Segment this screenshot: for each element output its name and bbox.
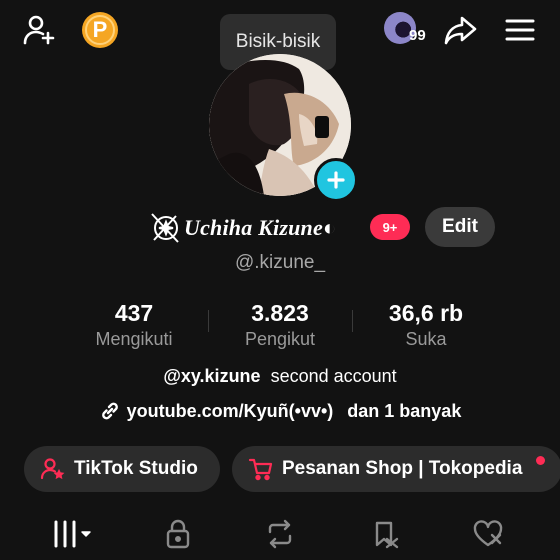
edit-profile-button[interactable]: Edit bbox=[425, 207, 495, 247]
tooltip-text: Bisik-bisik bbox=[235, 31, 321, 52]
lock-icon bbox=[166, 519, 190, 549]
menu-button[interactable] bbox=[500, 10, 540, 50]
stat-followers-label: Pengikut bbox=[244, 329, 316, 349]
notification-badge[interactable]: 9+ bbox=[370, 214, 410, 240]
username: @.kizune_ bbox=[234, 252, 326, 273]
notification-avatar-button[interactable]: 99 bbox=[384, 10, 436, 50]
cart-icon bbox=[248, 458, 273, 481]
repost-icon bbox=[268, 519, 292, 549]
stat-divider bbox=[208, 310, 209, 332]
add-friend-icon bbox=[23, 15, 55, 45]
add-friend-button[interactable] bbox=[20, 10, 60, 50]
bookmark-hidden-icon bbox=[375, 521, 399, 549]
add-story-button[interactable] bbox=[314, 158, 358, 202]
shop-orders-label: Pesanan Shop | Tokopedia bbox=[282, 458, 523, 479]
stat-followers-value: 3.823 bbox=[251, 300, 309, 326]
tiktok-studio-button[interactable]: TikTok Studio bbox=[24, 446, 220, 492]
new-dot-indicator bbox=[536, 456, 545, 465]
link-more[interactable]: dan 1 banyak bbox=[347, 401, 461, 422]
shuriken-icon bbox=[151, 213, 179, 243]
display-name: Uchiha Kizune◐ bbox=[184, 215, 337, 240]
share-icon bbox=[444, 16, 477, 45]
stat-divider bbox=[352, 310, 353, 332]
plus-icon bbox=[327, 171, 345, 189]
tab-liked[interactable] bbox=[458, 514, 518, 554]
profile-links[interactable]: youtube.com/Kyuñ(•vv•) dan 1 banyak bbox=[0, 400, 560, 422]
videos-grid-icon bbox=[54, 520, 91, 548]
stat-following[interactable]: 437 Mengikuti bbox=[64, 300, 204, 350]
bio-handle-link[interactable]: @xy.kizune bbox=[163, 366, 260, 386]
stat-likes-value: 36,6 rb bbox=[388, 300, 464, 326]
stat-following-value: 437 bbox=[114, 300, 154, 326]
points-coin-button[interactable]: P bbox=[82, 12, 118, 48]
stat-followers[interactable]: 3.823 Pengikut bbox=[210, 300, 350, 350]
points-coin-icon: P bbox=[92, 17, 108, 42]
tab-favorites[interactable] bbox=[355, 514, 415, 554]
bio: @xy.kizune second account bbox=[0, 366, 560, 387]
link-url[interactable]: youtube.com/Kyuñ(•vv•) bbox=[127, 401, 334, 422]
link-icon bbox=[101, 402, 118, 420]
notification-count: 99 bbox=[409, 27, 426, 44]
stat-likes-label: Suka bbox=[405, 329, 447, 349]
creator-icon bbox=[40, 458, 65, 480]
display-name-row: Uchiha Kizune◐ bbox=[150, 208, 336, 248]
share-button[interactable] bbox=[440, 10, 480, 50]
tab-reposts[interactable] bbox=[250, 514, 310, 554]
tiktok-studio-label: TikTok Studio bbox=[74, 458, 198, 479]
tab-private[interactable] bbox=[148, 514, 208, 554]
shop-orders-button[interactable]: Pesanan Shop | Tokopedia bbox=[232, 446, 560, 492]
bio-text: second account bbox=[270, 366, 397, 386]
stat-following-label: Mengikuti bbox=[95, 329, 173, 349]
menu-icon bbox=[505, 19, 535, 41]
tab-videos[interactable] bbox=[44, 514, 104, 554]
stat-likes[interactable]: 36,6 rb Suka bbox=[356, 300, 496, 350]
heart-hidden-icon bbox=[473, 520, 503, 547]
